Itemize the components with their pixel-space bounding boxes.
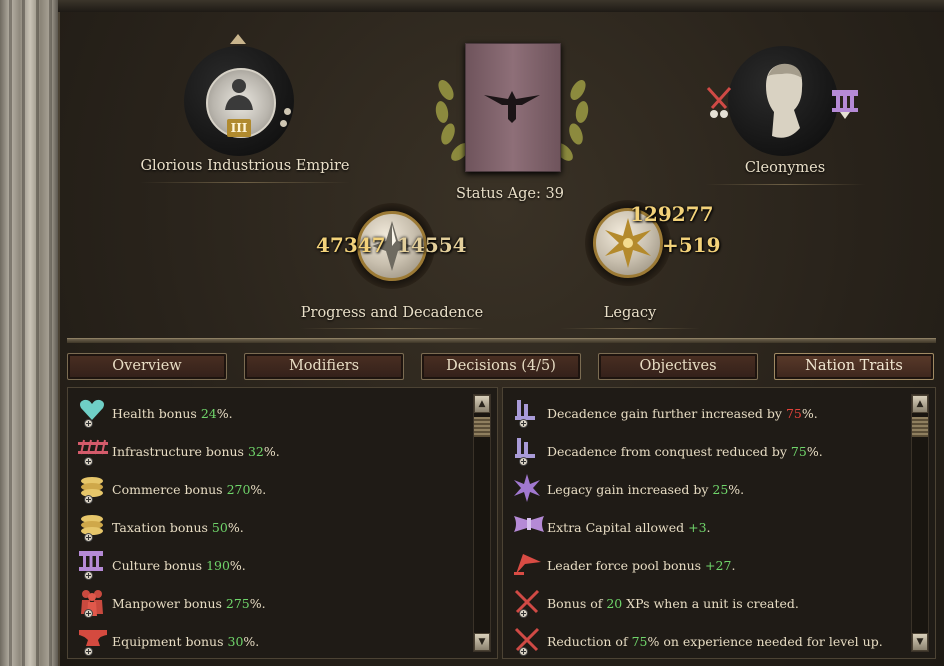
nation-banner[interactable] — [432, 40, 592, 175]
list-item: Culture bonus 190%. — [78, 550, 246, 580]
tab-objectives[interactable]: Objectives — [598, 353, 758, 380]
scroll-thumb[interactable] — [474, 417, 490, 437]
list-item: Decadence gain further increased by 75%. — [513, 398, 818, 428]
pip-icon — [284, 108, 291, 115]
decadence-icon — [513, 436, 541, 466]
infrastructure-icon — [78, 436, 108, 466]
list-item: Decadence from conquest reduced by 75%. — [513, 436, 823, 466]
scroll-up-button[interactable]: ▲ — [474, 395, 490, 413]
list-item: Manpower bonus 275%. — [78, 588, 266, 618]
soldiers-icon — [78, 588, 106, 618]
tab-decisions[interactable]: Decisions (4/5) — [421, 353, 581, 380]
left-traits-list: Health bonus 24%. Infrastructure bonus 3… — [67, 387, 498, 659]
right-traits-list: Decadence gain further increased by 75%.… — [502, 387, 936, 659]
list-item: Reduction of 75% on experience needed fo… — [513, 626, 883, 656]
legacy-gain: +519 — [662, 233, 721, 257]
decadence-icon — [513, 398, 541, 428]
list-item: Equipment bonus 30%. — [78, 626, 259, 656]
list-item: Bonus of 20 XPs when a unit is created. — [513, 588, 799, 618]
left-scrollbar[interactable]: ▲ ▼ — [473, 394, 491, 652]
status-age: Status Age: 39 — [456, 186, 564, 202]
progress-value: 47347 — [316, 233, 386, 257]
leader-portrait[interactable] — [728, 46, 838, 156]
list-item: Extra Capital allowed +3. — [513, 512, 711, 542]
tab-modifiers[interactable]: Modifiers — [244, 353, 404, 380]
legacy-total: 129277 — [630, 202, 714, 226]
list-item: Health bonus 24%. — [78, 398, 233, 428]
progress-label: Progress and Decadence — [300, 305, 484, 321]
scroll-down-button[interactable]: ▼ — [912, 633, 928, 651]
heart-icon — [78, 398, 106, 428]
scroll-thumb[interactable] — [912, 417, 928, 437]
decadence-value: 14554 — [397, 233, 467, 257]
flag-icon — [513, 550, 541, 580]
arrow-up-icon — [230, 34, 246, 44]
crossed-swords-icon — [513, 626, 541, 656]
stone-pillar — [0, 0, 58, 666]
leader-bust-icon — [225, 79, 253, 110]
crossed-swords-icon — [513, 588, 541, 618]
coins-icon — [78, 512, 106, 542]
coins-icon — [78, 474, 106, 504]
leader-name: Cleonymes — [744, 160, 826, 176]
scroll-down-button[interactable]: ▼ — [474, 633, 490, 651]
list-item: Infrastructure bonus 32%. — [78, 436, 280, 466]
section-divider — [67, 338, 936, 343]
list-item: Taxation bonus 50%. — [78, 512, 244, 542]
right-scrollbar[interactable]: ▲ ▼ — [911, 394, 929, 652]
tab-nation-traits[interactable]: Nation Traits — [774, 353, 934, 380]
list-item: Legacy gain increased by 25%. — [513, 474, 744, 504]
nation-rank-emblem[interactable]: III — [184, 34, 294, 156]
pip-icon — [280, 120, 287, 127]
list-item: Commerce bonus 270%. — [78, 474, 266, 504]
tab-overview[interactable]: Overview — [67, 353, 227, 380]
crossed-swords-icon — [704, 86, 734, 120]
column-icon — [830, 88, 860, 120]
nation-name: Glorious Industrious Empire — [140, 158, 350, 174]
rank-numeral: III — [227, 119, 251, 137]
list-item: Leader force pool bonus +27. — [513, 550, 735, 580]
legacy-label: Legacy — [603, 305, 657, 321]
anvil-icon — [78, 626, 107, 656]
capital-icon — [513, 512, 544, 542]
column-icon — [78, 550, 106, 580]
eagle-emblem-icon — [484, 91, 540, 123]
scroll-up-button[interactable]: ▲ — [912, 395, 928, 413]
leader-bust-icon — [766, 63, 803, 138]
legacy-star-icon — [513, 474, 541, 504]
